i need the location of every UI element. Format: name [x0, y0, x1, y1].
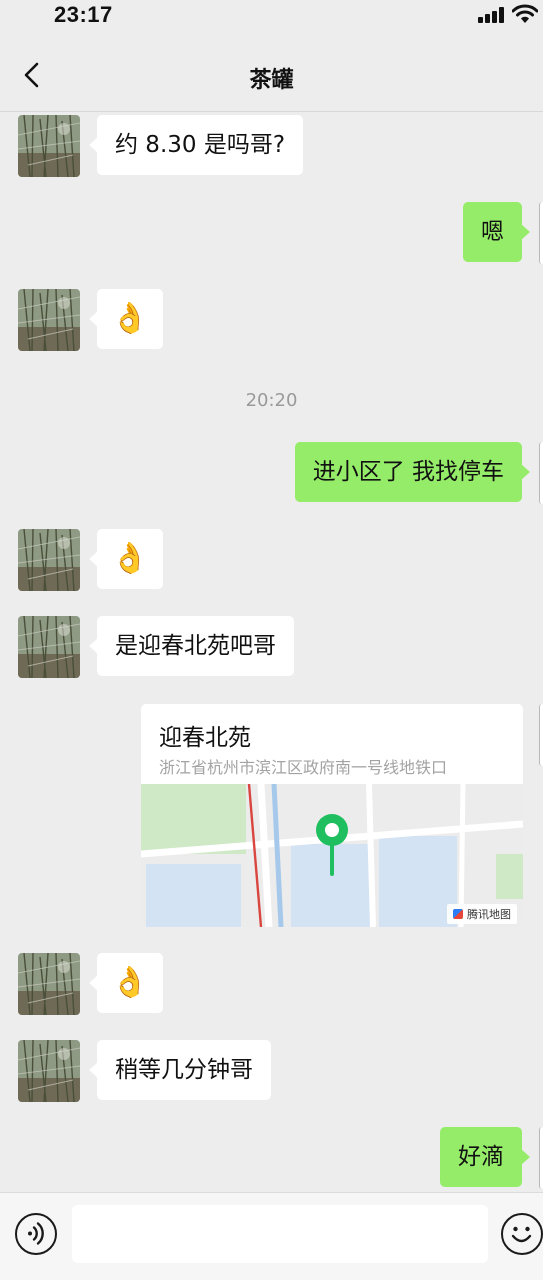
location-card[interactable]: 迎春北苑 浙江省杭州市滨江区政府南一号线地铁口 腾讯地图: [141, 704, 523, 927]
status-bar: 23:17: [0, 0, 543, 38]
message-bubble-incoming[interactable]: 是迎春北苑吧哥: [89, 616, 294, 676]
contact-avatar[interactable]: [18, 1040, 80, 1102]
chat-title: 茶罐: [249, 68, 294, 93]
ok-hand-emoji[interactable]: 👌: [89, 529, 163, 589]
voice-icon: [28, 1222, 44, 1245]
contact-avatar[interactable]: [18, 616, 80, 678]
emoji-icon: [511, 1226, 532, 1243]
message-list[interactable]: 约 8.30 是吗哥? 嗯 👌 20:20 进小区了 我找停车 👌 是迎春北苑吧…: [0, 112, 543, 1192]
wifi-icon: [512, 4, 538, 23]
message-bubble-outgoing[interactable]: 嗯: [463, 202, 530, 262]
signal-icon: [478, 7, 504, 23]
ok-hand-emoji[interactable]: 👌: [89, 289, 163, 349]
location-title: 迎春北苑: [159, 725, 251, 751]
contact-avatar[interactable]: [18, 289, 80, 351]
input-bar: [0, 1192, 543, 1280]
map-provider-badge: 腾讯地图: [447, 904, 517, 924]
message-bubble-incoming[interactable]: 稍等几分钟哥: [89, 1040, 271, 1100]
contact-avatar[interactable]: [18, 529, 80, 591]
contact-avatar[interactable]: [18, 953, 80, 1015]
map-provider-label: 腾讯地图: [467, 908, 511, 921]
map-logo-icon: [453, 909, 463, 919]
message-bubble-outgoing[interactable]: 进小区了 我找停车: [294, 442, 531, 502]
location-address: 浙江省杭州市滨江区政府南一号线地铁口: [159, 758, 448, 777]
my-avatar[interactable]: [539, 202, 543, 264]
message-bubble-incoming[interactable]: 约 8.30 是吗哥?: [88, 115, 304, 175]
message-bubble-outgoing[interactable]: 好滴: [440, 1127, 530, 1187]
emoji-button[interactable]: [501, 1213, 543, 1255]
my-avatar[interactable]: [539, 704, 543, 766]
my-avatar[interactable]: [539, 1127, 543, 1189]
chat-header: 茶罐: [0, 38, 543, 112]
contact-avatar[interactable]: [18, 115, 80, 177]
ok-hand-emoji[interactable]: 👌: [89, 953, 163, 1013]
status-time: 23:17: [54, 2, 113, 27]
message-input[interactable]: [72, 1205, 488, 1263]
voice-button[interactable]: [15, 1213, 57, 1255]
message-timestamp: 20:20: [245, 390, 298, 411]
my-avatar[interactable]: [539, 442, 543, 504]
